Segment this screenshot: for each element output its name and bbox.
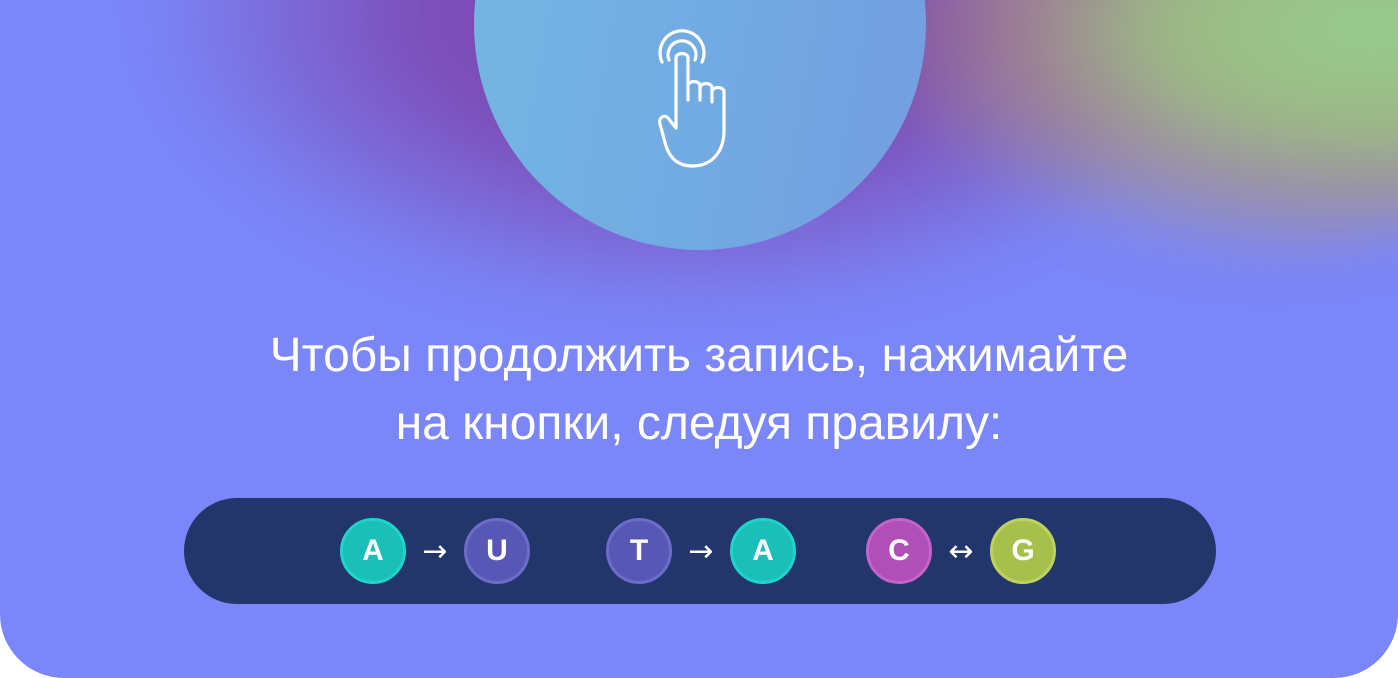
rule-c-g: C ↔ G: [866, 515, 1056, 587]
nucleotide-a-button[interactable]: A: [730, 518, 796, 584]
instruction-text: Чтобы продолжить запись, нажимайте на кн…: [0, 322, 1398, 458]
nucleotide-t-button[interactable]: T: [606, 518, 672, 584]
nucleotide-u-button[interactable]: U: [464, 518, 530, 584]
nucleotide-c-button[interactable]: C: [866, 518, 932, 584]
instruction-line-2: на кнопки, следуя правилу:: [395, 397, 1003, 450]
screen: Чтобы продолжить запись, нажимайте на кн…: [0, 0, 1398, 678]
rule-t-to-a: T → A: [606, 515, 796, 587]
arrow-right-icon: →: [688, 533, 714, 569]
arrow-right-icon: →: [422, 533, 448, 569]
tap-finger-icon: [658, 29, 726, 168]
rule-a-to-u: A → U: [340, 515, 530, 587]
nucleotide-a-button[interactable]: A: [340, 518, 406, 584]
arrow-both-icon: ↔: [948, 533, 974, 569]
nucleotide-g-button[interactable]: G: [990, 518, 1056, 584]
instruction-line-1: Чтобы продолжить запись, нажимайте: [269, 329, 1129, 382]
rules-bar: A → U T → A C ↔ G: [184, 498, 1216, 604]
